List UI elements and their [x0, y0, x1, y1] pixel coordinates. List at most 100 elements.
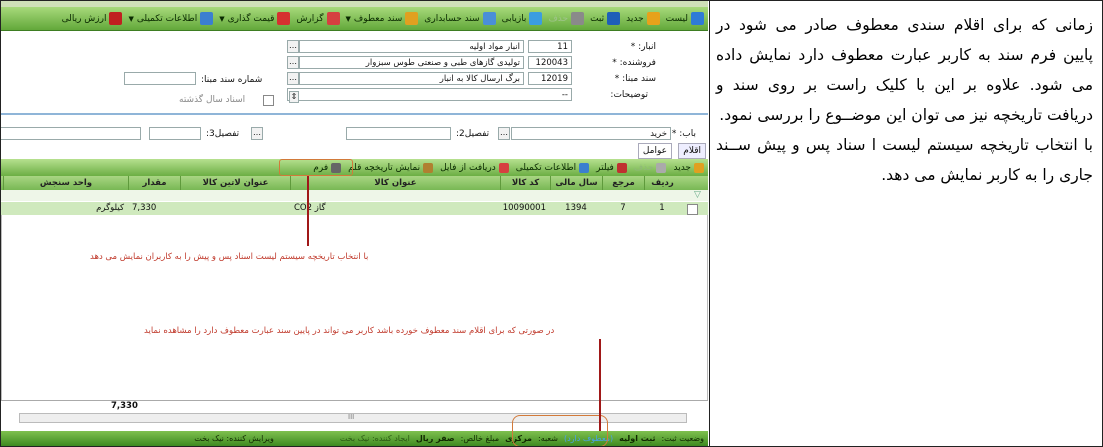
grid-toolbar-button-1[interactable]: حذف [633, 162, 667, 173]
referenced-highlight [512, 415, 608, 446]
toolbar-button-2[interactable]: ثبت [590, 12, 621, 25]
toolbar-button-label: سند معطوف [353, 13, 403, 24]
column-header[interactable]: ردیف [644, 176, 680, 190]
table-cell: 7,330 [132, 203, 157, 213]
basedoc-number-field[interactable] [124, 72, 196, 85]
bab-field[interactable]: خرید [511, 127, 671, 140]
explanation-paragraph-1: زمانی که برای اقلام سندی معطوف صادر می ش… [716, 16, 1093, 124]
toolbar-button-6[interactable]: سند معطوف ▼ [346, 12, 419, 25]
extra-field[interactable] [1, 127, 141, 140]
grid-toolbar-button-0[interactable]: جدید [673, 162, 704, 173]
explanation-panel: زمانی که برای اقلام سندی معطوف صادر می ش… [709, 1, 1103, 446]
grid-filter-row[interactable]: ▽ [1, 190, 708, 201]
grid-toolbar-label: جدید [673, 162, 691, 173]
annotation-arrow-1 [307, 176, 309, 246]
bab-lookup-button[interactable]: … [498, 127, 510, 140]
filter-icon [616, 162, 627, 173]
toolbar-button-9[interactable]: اطلاعات تکمیلی ▼ [128, 12, 214, 25]
detail2-field[interactable] [346, 127, 451, 140]
annotation-arrow-2 [599, 339, 601, 431]
warehouse-code-field[interactable]: 11 [528, 40, 572, 53]
toolbar-button-7[interactable]: گزارش [296, 12, 340, 25]
toolbar-button-label: گزارش [296, 13, 324, 24]
toolbar-button-4[interactable]: بازیابی [502, 12, 543, 25]
detail3-field[interactable] [149, 127, 201, 140]
warehouse-name-field[interactable]: انبار مواد اولیه [299, 40, 524, 53]
warehouse-lookup-button[interactable]: … [287, 40, 299, 53]
table-cell: 1394 [565, 203, 587, 213]
toolbar-button-label: بازیابی [501, 13, 527, 24]
scroll-thumb-icon[interactable]: III [348, 413, 354, 421]
page: لیست جدید ثبت حذف بازیابی سند حسابداری سند معط… [0, 0, 1103, 447]
table-cell: کیلوگرم [96, 203, 124, 213]
explanation-paragraph-2: با انتخاب تاریخچه سیستم لیست ا سناد پس و… [716, 136, 1093, 184]
import-icon [498, 162, 509, 173]
toolbar-button-8[interactable]: قیمت گذاری ▼ [219, 12, 291, 25]
column-header[interactable]: کد کالا [500, 176, 550, 190]
grid-toolbar-button-4[interactable]: دریافت از فایل [440, 162, 509, 173]
toolbar-button-10[interactable]: ارزش ریالی [62, 12, 123, 25]
description-field[interactable]: -- [287, 88, 572, 101]
column-header[interactable]: مقدار [128, 176, 180, 190]
column-header[interactable]: واحد سنجش [3, 176, 128, 190]
grid-body: با انتخاب تاریخچه سیستم لیست اسناد پس و … [1, 215, 708, 400]
warehouse-label: انبار: * [630, 42, 656, 52]
grid-toolbar-button-5[interactable]: نمایش تاریخچه قلم [348, 162, 434, 173]
main-toolbar: لیست جدید ثبت حذف بازیابی سند حسابداری سند معط… [1, 7, 708, 31]
history-icon [423, 162, 434, 173]
editor-text: ویرایش کننده: نیک بخت [194, 434, 274, 443]
grid-toolbar-label: نمایش تاریخچه قلم [348, 162, 421, 173]
info-icon [200, 12, 214, 25]
toolbar-button-label: ثبت [590, 13, 605, 24]
new-document-icon [646, 12, 660, 25]
toolbar-button-5[interactable]: سند حسابداری [424, 12, 496, 25]
tab-factors[interactable]: عوامل [637, 143, 672, 159]
basedoc-name-field[interactable]: برگ ارسال کالا به انبار [299, 72, 524, 85]
basedoc-label: سند مبنا: * [614, 74, 656, 84]
table-cell: گاز CO2 [294, 203, 326, 213]
info-icon [579, 162, 590, 173]
delete-icon [656, 162, 667, 173]
basedoc-lookup-button[interactable]: … [287, 72, 299, 85]
grid-toolbar-label: دریافت از فایل [440, 162, 496, 173]
toolbar-button-3[interactable]: حذف [548, 12, 585, 25]
column-header[interactable]: سال مالی [550, 176, 602, 190]
column-header[interactable]: عنوان کالا [290, 176, 500, 190]
basedoc-code-field[interactable]: 12019 [528, 72, 572, 85]
table-row[interactable]: 1 7 1394 10090001 گاز CO2 7,330 کیلوگرم [1, 202, 708, 215]
toolbar-button-1[interactable]: جدید [626, 12, 660, 25]
annotation-referenced-note: در صورتی که برای اقلام سند معطوف خورده ب… [144, 326, 555, 336]
grid-toolbar-button-2[interactable]: فیلتر [596, 162, 627, 173]
grid-header: ردیف مرجع سال مالی کد کالا عنوان کالا عنوان ل… [1, 176, 708, 190]
grid-toolbar-label: حذف [633, 162, 654, 173]
filter-icon[interactable]: ▽ [694, 190, 701, 200]
description-spin-button[interactable]: ⇕ [289, 91, 299, 103]
dropdown-arrow-icon: ▼ [128, 14, 134, 23]
save-icon [607, 12, 621, 25]
creator-text: ایجاد کننده: نیک بخت [339, 434, 410, 443]
toolbar-button-label: قیمت گذاری [227, 13, 275, 24]
section-divider [1, 113, 708, 115]
tab-items[interactable]: اقلام [678, 143, 706, 159]
toolbar-button-label: سند حسابداری [424, 13, 480, 24]
description-label: توضیحات: [610, 90, 648, 100]
supplier-code-field[interactable]: 120043 [528, 56, 572, 69]
column-header[interactable]: مرجع [602, 176, 644, 190]
row-checkbox[interactable] [687, 204, 698, 215]
supplier-name-field[interactable]: تولیدی گازهای طبی و صنعتی طوس سبزوار [299, 56, 524, 69]
toolbar-button-0[interactable]: لیست [666, 12, 704, 25]
toolbar-button-label: ارزش ریالی [61, 13, 107, 24]
column-header[interactable]: عنوان لاتین کالا [180, 176, 290, 190]
app-screenshot: لیست جدید ثبت حذف بازیابی سند حسابداری سند معط… [1, 1, 708, 446]
history-button-highlight [279, 159, 353, 176]
supplier-label: فروشنده: * [612, 58, 656, 68]
net-amount-value: صفر ریال [415, 434, 455, 443]
grid-toolbar: جدید حذف فیلتر اطلاعات تکمیلی دریافت از فایل… [1, 159, 708, 176]
restore-icon [529, 12, 543, 25]
supplier-lookup-button[interactable]: … [287, 56, 299, 69]
pricing-icon [277, 12, 291, 25]
detail3-lookup-button[interactable]: … [251, 127, 263, 140]
prev-year-docs-checkbox[interactable] [263, 95, 274, 106]
net-amount-label: مبلغ خالص: [460, 434, 500, 443]
grid-toolbar-button-3[interactable]: اطلاعات تکمیلی [516, 162, 590, 173]
